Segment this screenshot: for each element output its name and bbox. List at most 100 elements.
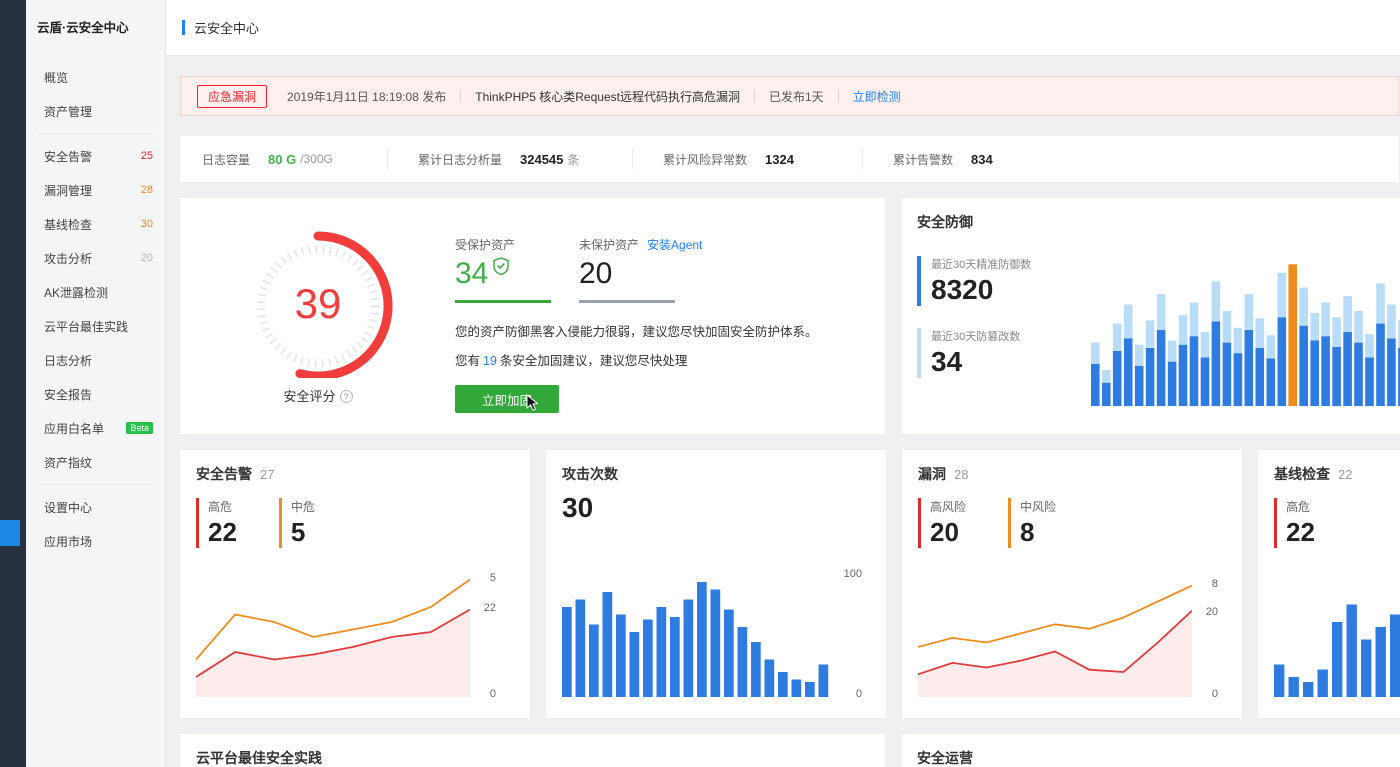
sidebar-item-settings[interactable]: 设置中心 — [26, 490, 165, 524]
left-edge-strip — [0, 0, 26, 767]
vulns-count-badge: 28 — [140, 184, 153, 196]
menu-label: 漏洞管理 — [44, 183, 93, 198]
baseline-check-card: 基线检查 22 高危 22 — [1258, 450, 1400, 718]
axis-label: 20 — [1205, 606, 1218, 618]
menu-label: 基线检查 — [44, 217, 93, 232]
menu-label: 设置中心 — [44, 500, 93, 515]
beta-tag: Beta — [126, 422, 153, 434]
app-window: 云盾·云安全中心 概览 资产管理 安全告警 25 漏洞管理 28 基线检查 30 攻击… — [0, 0, 1400, 767]
sidebar-item-vuln-management[interactable]: 漏洞管理 28 — [26, 173, 165, 207]
stat-log-analyzed: 累计日志分析量 324545 条 — [388, 148, 633, 170]
sidebar-item-asset-fingerprint[interactable]: 资产指纹 — [26, 445, 165, 479]
alerts-high-severity: 高危 22 — [196, 498, 237, 548]
attacks-card-title: 攻击次数 — [562, 466, 618, 482]
page-title: 云安全中心 — [194, 21, 260, 36]
protected-assets-label: 受保护资产 — [455, 238, 516, 252]
security-alerts-card: 安全告警 27 高危 22 中危 5 5 22 0 — [180, 450, 530, 718]
suggestion-count-link[interactable]: 19 — [483, 354, 497, 368]
security-defense-card: 安全防御 最近30天精准防御数 8320 最近30天防篡改数 34 — [901, 198, 1400, 434]
banner-published-days: 已发布1天 — [768, 89, 824, 104]
menu-label: 资产管理 — [44, 104, 93, 119]
baseline-card-title: 基线检查 22 — [1274, 466, 1353, 482]
protected-assets: 受保护资产 34 — [455, 236, 565, 303]
menu-label: 应用白名单 — [44, 421, 105, 436]
cloud-best-practice-card: 云平台最佳安全实践 — [180, 734, 885, 767]
alerts-line-chart — [195, 578, 471, 697]
alerts-trend-chart: 5 22 0 — [195, 572, 496, 704]
shield-check-icon — [493, 257, 510, 275]
baseline-high-risk: 高危 22 — [1274, 498, 1315, 548]
defense-stacked-bars — [1091, 264, 1400, 406]
menu-label: 日志分析 — [44, 353, 93, 368]
alerts-card-title: 安全告警 27 — [196, 466, 275, 482]
menu-label: 应用市场 — [44, 534, 93, 549]
axis-label: 5 — [489, 572, 496, 584]
banner-vuln-title: ThinkPHP5 核心类Request远程代码执行高危漏洞 — [475, 89, 740, 104]
vulns-high-risk: 高风险 20 — [918, 498, 966, 548]
stat-risk-anomalies: 累计风险异常数 1324 — [633, 148, 863, 170]
menu-label: 安全告警 — [44, 149, 93, 164]
sidebar-item-app-market[interactable]: 应用市场 — [26, 524, 165, 558]
sidebar-item-overview[interactable]: 概览 — [26, 60, 165, 94]
axis-label: 8 — [1211, 578, 1218, 590]
axis-label: 0 — [1211, 688, 1218, 700]
unprotected-assets-value: 20 — [579, 257, 613, 290]
content: 应急漏洞 2019年1月11日 18:19:08 发布 ThinkPHP5 核心… — [166, 56, 1400, 767]
protected-progress-bar — [455, 300, 551, 303]
menu-label: 安全报告 — [44, 387, 93, 402]
axis-label: 0 — [855, 688, 862, 700]
check-now-link[interactable]: 立即检测 — [853, 88, 901, 105]
sidebar-menu: 概览 资产管理 安全告警 25 漏洞管理 28 基线检查 30 攻击分析 20 AK泄露… — [26, 56, 165, 558]
sidebar-item-ak-leak-detect[interactable]: AK泄露检测 — [26, 275, 165, 309]
alerts-total-count: 27 — [260, 467, 275, 482]
install-agent-link[interactable]: 安装Agent — [647, 238, 702, 252]
menu-label: 概览 — [44, 70, 69, 85]
security-score-label: 安全评分? — [230, 386, 406, 405]
baseline-bars — [1274, 604, 1400, 697]
alerts-medium-severity: 中危 5 — [278, 498, 315, 548]
attack-count-badge: 20 — [140, 252, 153, 264]
divider — [837, 90, 839, 102]
sidebar-item-security-report[interactable]: 安全报告 — [26, 377, 165, 411]
precise-defense-stat: 最近30天精准防御数 8320 — [917, 256, 1087, 306]
security-operations-card: 安全运营 — [901, 734, 1400, 767]
sidebar-item-assets[interactable]: 资产管理 — [26, 94, 165, 128]
defense-card-title: 安全防御 — [917, 214, 973, 230]
menu-label: 资产指纹 — [44, 455, 93, 470]
divider — [753, 90, 755, 102]
stat-total-alerts: 累计告警数 834 — [893, 151, 993, 167]
divider — [460, 90, 462, 102]
attacks-bars — [562, 582, 829, 697]
menu-label: 云平台最佳实践 — [44, 319, 129, 334]
unprotected-assets: 未保护资产 安装Agent 20 — [579, 236, 702, 303]
sidebar: 云盾·云安全中心 概览 资产管理 安全告警 25 漏洞管理 28 基线检查 30 攻击… — [26, 0, 166, 767]
sidebar-item-app-whitelist[interactable]: 应用白名单 Beta — [26, 411, 165, 445]
score-description: 您的资产防御黑客入侵能力很弱，建议您尽快加固安全防护体系。 — [455, 325, 818, 339]
protected-assets-value: 34 — [455, 257, 489, 290]
axis-label: 22 — [483, 602, 496, 614]
sidebar-item-security-alerts[interactable]: 安全告警 25 — [26, 139, 165, 173]
vulns-total-count: 28 — [954, 467, 969, 482]
anti-tamper-stat: 最近30天防篡改数 34 — [917, 328, 1087, 378]
sidebar-item-attack-analysis[interactable]: 攻击分析 20 — [26, 241, 165, 275]
page-header: 云安全中心 — [166, 0, 1400, 56]
defense-bar-chart — [1091, 258, 1400, 406]
emergency-vuln-tag: 应急漏洞 — [197, 84, 268, 108]
attacks-total-count: 30 — [562, 492, 594, 523]
alerts-count-badge: 25 — [140, 150, 153, 162]
attacks-bar-chart: 100 0 — [562, 568, 862, 704]
sidebar-item-cloud-best-practice[interactable]: 云平台最佳实践 — [26, 309, 165, 343]
axis-label: 100 — [843, 568, 862, 580]
header-accent-bar — [182, 20, 185, 35]
sidebar-item-baseline-check[interactable]: 基线检查 30 — [26, 207, 165, 241]
security-operations-title: 安全运营 — [917, 750, 973, 766]
info-icon[interactable]: ? — [339, 390, 353, 403]
reinforce-now-button[interactable]: 立即加固 — [455, 385, 559, 413]
unprotected-assets-label: 未保护资产 — [579, 238, 640, 252]
score-gauge: 39 安全评分? — [230, 228, 406, 428]
emergency-vuln-banner: 应急漏洞 2019年1月11日 18:19:08 发布 ThinkPHP5 核心… — [180, 76, 1399, 116]
active-section-indicator — [0, 520, 20, 546]
baseline-count-badge: 30 — [140, 218, 153, 230]
asset-protection-summary: 受保护资产 34 未保护资产 安装Agent 20 您的资产防御黑客入侵能力很弱… — [455, 236, 865, 413]
sidebar-item-log-analysis[interactable]: 日志分析 — [26, 343, 165, 377]
